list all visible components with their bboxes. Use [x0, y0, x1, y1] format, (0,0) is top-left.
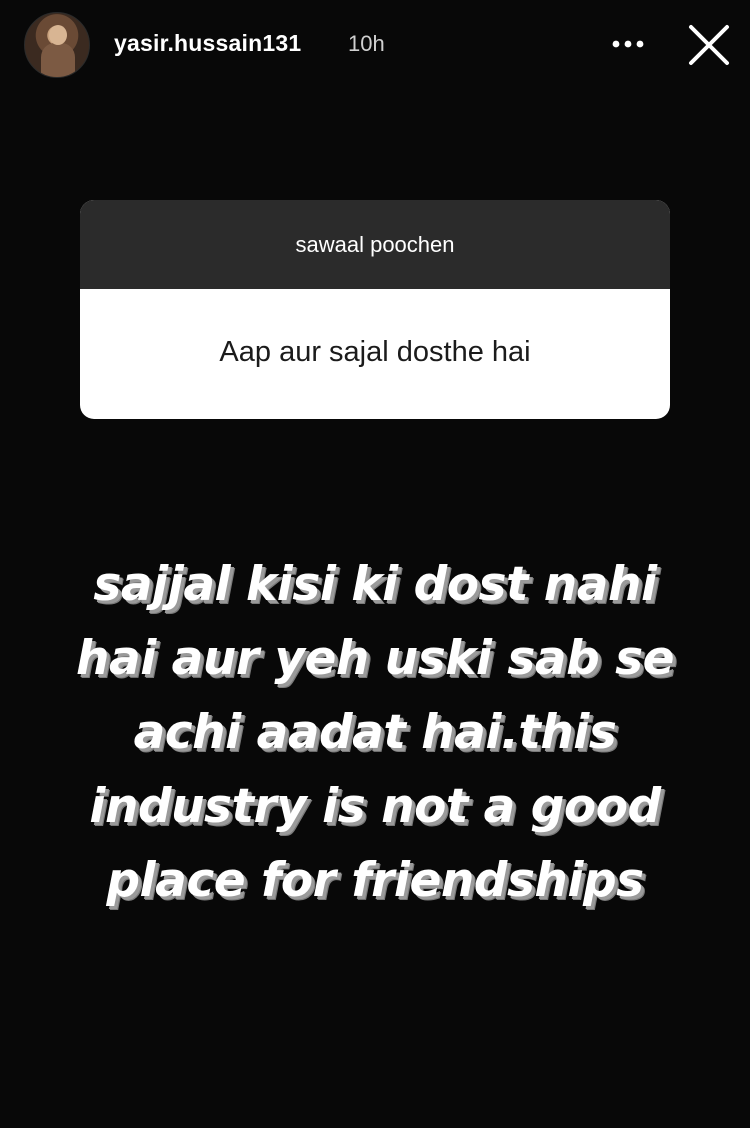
answer-line: industry is not a good	[89, 779, 661, 834]
story-viewer[interactable]: yasir.hussain131 10h sawaal poochen Aap …	[0, 0, 750, 1128]
more-options-button[interactable]	[608, 26, 648, 62]
question-sticker-question: Aap aur sajal dosthe hai	[219, 335, 531, 368]
question-sticker[interactable]: sawaal poochen Aap aur sajal dosthe hai	[80, 200, 670, 419]
answer-text: sajjal kisi ki dost nahi hai aur yeh usk…	[40, 548, 710, 918]
avatar[interactable]	[24, 12, 90, 78]
story-header: yasir.hussain131 10h	[0, 0, 750, 90]
answer-line: achi aadat hai.this	[133, 705, 617, 760]
answer-line: hai aur yeh uski sab se	[76, 631, 674, 686]
avatar-head	[49, 25, 67, 45]
answer-line: place for friendships	[106, 853, 644, 908]
avatar-figure	[41, 43, 75, 77]
question-sticker-prompt: sawaal poochen	[80, 200, 670, 289]
answer-line: sajjal kisi ki dost nahi	[93, 557, 657, 612]
post-time: 10h	[348, 31, 385, 56]
close-button[interactable]	[686, 22, 732, 68]
username[interactable]: yasir.hussain131	[114, 30, 301, 57]
more-horizontal-icon	[612, 40, 644, 48]
close-icon	[689, 25, 729, 65]
